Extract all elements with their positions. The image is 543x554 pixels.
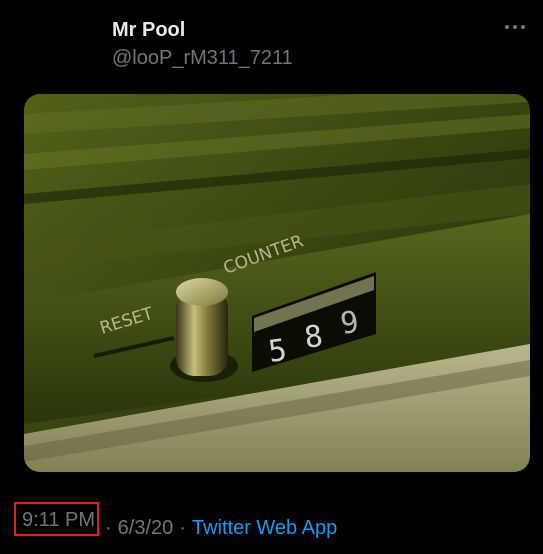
tweet-time[interactable]: 9:11 PM [22,509,95,531]
tweet-meta: 9:11 PM · 6/3/20 · Twitter Web App [14,502,337,544]
tweet-source-link[interactable]: Twitter Web App [192,517,337,539]
more-horizontal-icon [504,17,526,35]
separator-dot: · [179,517,186,539]
tweet-photo[interactable]: 5 8 9 RESET COUNTER [24,94,530,472]
separator-dot: · [105,517,112,539]
user-handle[interactable]: @looP_rM311_7211 [112,46,293,70]
tweet: Mr Pool @looP_rM311_7211 5 8 9 RESET COU… [0,0,543,554]
tweet-date[interactable]: 6/3/20 [118,517,174,539]
timestamp-highlight: 9:11 PM [14,502,99,536]
display-name[interactable]: Mr Pool [112,18,185,42]
reset-counter-photo: 5 8 9 RESET COUNTER [24,94,530,472]
more-options-button[interactable] [501,16,529,36]
